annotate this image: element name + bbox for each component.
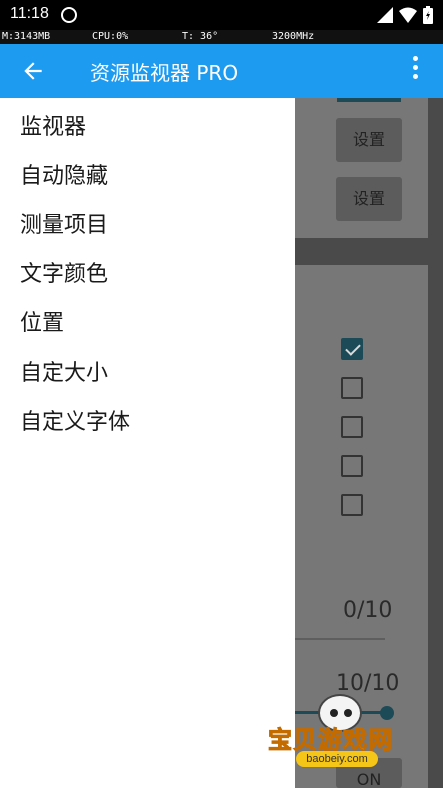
checkbox-5[interactable] bbox=[341, 494, 363, 516]
drawer-item-auto-hide[interactable]: 自动隐藏 bbox=[20, 158, 108, 190]
status-icons bbox=[377, 6, 433, 24]
drawer-item-text-color[interactable]: 文字颜色 bbox=[20, 256, 108, 288]
count-label-top: 0/10 bbox=[343, 598, 393, 623]
checkbox-3[interactable] bbox=[341, 416, 363, 438]
freq-readout: 3200MHz bbox=[272, 31, 315, 42]
watermark-logo: 宝贝游戏网 baobeiy.com bbox=[262, 694, 422, 774]
accent-bar bbox=[337, 98, 401, 102]
app-title: 资源监视器 PRO bbox=[90, 61, 239, 85]
count-label-bottom: 10/10 bbox=[336, 671, 400, 696]
settings-button-1[interactable]: 设置 bbox=[336, 118, 402, 162]
sync-icon bbox=[61, 7, 77, 23]
cpu-readout: CPU:0% bbox=[92, 31, 129, 42]
drawer-item-monitor[interactable]: 监视器 bbox=[20, 109, 86, 141]
memory-readout: M:3143MB bbox=[2, 31, 51, 42]
drawer-item-custom-size[interactable]: 自定大小 bbox=[20, 355, 108, 387]
wifi-icon bbox=[399, 7, 417, 23]
signal-icon bbox=[377, 7, 393, 23]
battery-icon bbox=[423, 6, 433, 24]
more-options-icon[interactable] bbox=[411, 53, 419, 89]
checkbox-4[interactable] bbox=[341, 455, 363, 477]
app-bar: 资源监视器 PRO bbox=[0, 44, 443, 98]
checkbox-2[interactable] bbox=[341, 377, 363, 399]
watermark-url: baobeiy.com bbox=[296, 751, 378, 767]
slider-track-top bbox=[295, 638, 385, 640]
navigation-drawer: 监视器 自动隐藏 测量项目 文字颜色 位置 自定大小 自定义字体 bbox=[0, 98, 295, 788]
back-arrow-icon[interactable] bbox=[20, 58, 46, 84]
drawer-item-measurements[interactable]: 测量项目 bbox=[20, 207, 108, 239]
watermark-text: 宝贝游戏网 bbox=[268, 726, 393, 755]
settings-button-2[interactable]: 设置 bbox=[336, 177, 402, 221]
temp-readout: T: 36° bbox=[182, 31, 219, 42]
drawer-item-custom-font[interactable]: 自定义字体 bbox=[20, 404, 130, 436]
drawer-item-position[interactable]: 位置 bbox=[20, 305, 64, 337]
checkbox-1[interactable] bbox=[341, 338, 363, 360]
resource-overlay: M:3143MB CPU:0% T: 36° 3200MHz bbox=[0, 30, 443, 44]
status-time: 11:18 bbox=[10, 5, 49, 22]
status-bar: 11:18 bbox=[0, 0, 443, 30]
